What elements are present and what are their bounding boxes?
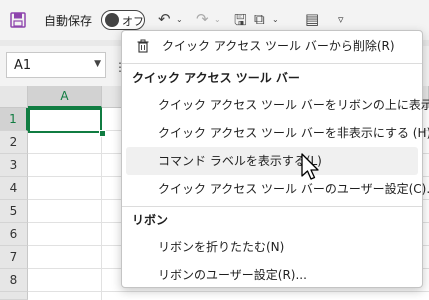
menu-item-label: クイック アクセス ツール バーから削除(R) (162, 39, 395, 53)
menu-item-label: クイック アクセス ツール バーをリボンの上に表示(S) (158, 98, 429, 112)
menu-section-qat: クイック アクセス ツール バー (132, 71, 300, 85)
fill-handle[interactable] (99, 130, 106, 137)
menu-item-label: クイック アクセス ツール バーを非表示にする (H) (158, 126, 429, 140)
name-box-value: A1 (14, 58, 32, 73)
chevron-down-icon[interactable]: ⌄ (214, 15, 221, 24)
menu-item-hide-qat[interactable]: クイック アクセス ツール バーを非表示にする (H) (126, 119, 429, 147)
chevron-down-icon[interactable]: ⌄ (272, 15, 279, 24)
undo-icon[interactable]: ↶ (158, 10, 171, 28)
row-header[interactable]: 5 (0, 200, 28, 223)
row-header[interactable]: 1 (0, 108, 28, 131)
autosave-label: 自動保存 (44, 14, 93, 28)
menu-item-label: リボンのユーザー設定(R)... (158, 268, 307, 282)
customize-qat-icon[interactable]: ▿ (338, 13, 344, 26)
row-header[interactable]: 7 (0, 246, 28, 269)
toggle-knob (105, 13, 119, 27)
grid-line (28, 291, 429, 292)
chevron-down-icon[interactable]: ⌄ (176, 15, 183, 24)
autosave-toggle-text: オフ (122, 15, 144, 28)
row-header[interactable]: 4 (0, 177, 28, 200)
qat-context-menu: クイック アクセス ツール バーから削除(R) クイック アクセス ツール バー… (121, 30, 429, 289)
row-header[interactable]: 8 (0, 269, 28, 292)
redo-icon[interactable]: ↷ (196, 10, 209, 28)
menu-item-label: リボンを折りたたむ(N) (158, 240, 285, 254)
menu-separator (122, 206, 422, 207)
menu-item-label: コマンド ラベルを表示する(L) (158, 154, 322, 168)
row-header[interactable]: 6 (0, 223, 28, 246)
menu-separator (122, 63, 422, 64)
menu-section-ribbon: リボン (132, 213, 169, 227)
select-all-corner[interactable] (0, 86, 28, 108)
menu-item-customize-qat[interactable]: クイック アクセス ツール バーのユーザー設定(C)... (126, 175, 429, 203)
menu-item-customize-ribbon[interactable]: リボンのユーザー設定(R)... (126, 261, 418, 289)
name-box[interactable]: A1 ▼ (6, 52, 106, 78)
row-header[interactable]: 3 (0, 154, 28, 177)
row-header[interactable]: 2 (0, 131, 28, 154)
form-icon[interactable]: ▤ (305, 10, 319, 28)
menu-item-show-above-ribbon[interactable]: クイック アクセス ツール バーをリボンの上に表示(S) (126, 91, 429, 119)
row-header[interactable] (0, 292, 28, 300)
column-header-a[interactable]: A (28, 86, 102, 108)
chevron-down-icon[interactable]: ▼ (94, 59, 101, 69)
trash-icon (137, 39, 149, 53)
menu-item-remove-from-qat[interactable]: クイック アクセス ツール バーから削除(R) (126, 32, 418, 60)
copy-icon[interactable]: ⧉ (254, 10, 265, 28)
menu-item-collapse-ribbon[interactable]: リボンを折りたたむ(N) (126, 233, 418, 261)
menu-item-show-command-labels[interactable]: コマンド ラベルを表示する(L) (126, 147, 418, 175)
autosave-toggle[interactable]: オフ (101, 10, 145, 30)
active-cell-a1[interactable] (28, 108, 102, 133)
menu-item-label: クイック アクセス ツール バーのユーザー設定(C)... (158, 182, 429, 196)
mouse-cursor-icon (301, 153, 319, 180)
save-icon[interactable] (10, 12, 26, 28)
